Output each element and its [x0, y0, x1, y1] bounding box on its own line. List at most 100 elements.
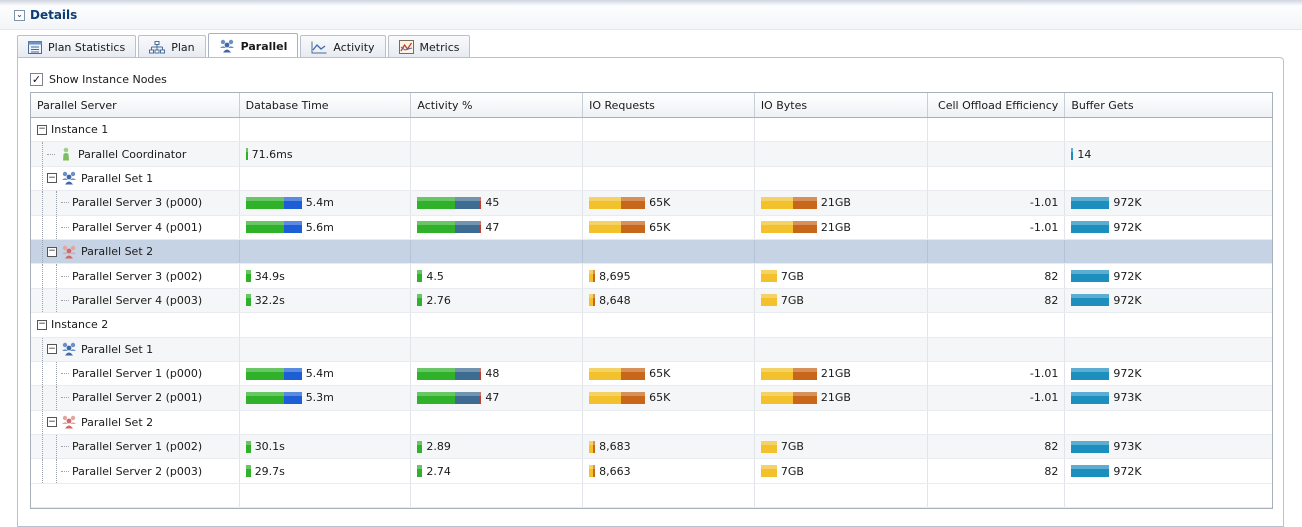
table-row[interactable]: Parallel Server 2 (p003) 29.7s 2.74 8,663 7G… — [31, 459, 1272, 484]
tab-plan[interactable]: Plan — [138, 35, 206, 58]
collapse-toggle-icon[interactable]: − — [37, 124, 47, 135]
io-requests-value: 65K — [649, 391, 671, 405]
io-bytes-cell — [755, 166, 928, 191]
metrics-chart-icon — [398, 40, 414, 54]
table-header: Parallel Server Database Time Activity %… — [31, 93, 1272, 118]
buffer-gets-cell: 14 — [1065, 142, 1272, 165]
collapse-toggle-icon[interactable]: − — [37, 319, 47, 330]
table-row[interactable]: Parallel Server 2 (p001) 5.3m 47 65K 21GB -1.… — [31, 386, 1272, 411]
io-bytes-cell: 7GB — [755, 264, 928, 288]
chevron-down-icon[interactable]: ⌄ — [14, 9, 25, 21]
activity-bar — [417, 367, 482, 380]
activity-cell: 4.5 — [411, 264, 584, 288]
column-header-cell-offload-efficiency[interactable]: Cell Offload Efficiency — [928, 93, 1066, 117]
buffer-gets-bar — [1071, 440, 1110, 453]
tree-branch — [61, 397, 69, 399]
io-requests-cell: 8,663 — [583, 459, 755, 483]
activity-cell: 48 — [411, 361, 584, 386]
table-row[interactable]: Parallel Server 4 (p001) 5.6m 47 65K 21GB -1.… — [31, 215, 1272, 240]
column-header-database-time[interactable]: Database Time — [240, 93, 412, 117]
column-header-parallel-server[interactable]: Parallel Server — [31, 93, 240, 117]
database-time-value: 5.4m — [305, 196, 334, 210]
table-row[interactable]: Parallel Server 1 (p000) 5.4m 48 65K 21GB -1.… — [31, 361, 1272, 387]
activity-cell: 45 — [411, 191, 584, 215]
table-row[interactable]: − Parallel Set 1 — [31, 166, 1272, 192]
empty-cell — [755, 483, 928, 508]
activity-cell: 2.89 — [411, 435, 584, 459]
tree-connector — [42, 410, 43, 435]
table-row[interactable]: Parallel Server 1 (p002) 30.1s 2.89 8,683 7G… — [31, 435, 1272, 460]
buffer-gets-cell — [1065, 118, 1272, 141]
database-time-bar — [245, 196, 302, 209]
cell-offload-value: -1.01 — [1029, 367, 1059, 381]
database-time-value: 5.6m — [305, 220, 334, 234]
table-row — [31, 483, 1272, 509]
buffer-gets-bar — [1071, 148, 1074, 161]
collapse-toggle-icon[interactable]: − — [47, 173, 57, 184]
collapse-toggle-icon[interactable]: − — [47, 246, 57, 257]
activity-cell — [411, 337, 584, 361]
server-name: Parallel Server 1 (p000) — [72, 367, 203, 381]
empty-cell — [411, 483, 584, 508]
activity-cell — [411, 166, 584, 191]
empty-cell — [1065, 484, 1272, 507]
io-requests-value: 8,695 — [599, 269, 631, 283]
show-instance-nodes-label: Show Instance Nodes — [49, 72, 167, 86]
tab-plan-statistics[interactable]: Plan Statistics — [17, 35, 137, 58]
io-bytes-value: 7GB — [780, 464, 804, 478]
cell-offload-cell: 82 — [928, 435, 1066, 459]
io-bytes-cell — [755, 410, 928, 435]
io-requests-cell — [583, 166, 755, 191]
table-row[interactable]: − Instance 1 — [31, 118, 1272, 143]
table-row[interactable]: − Parallel Set 2 — [31, 410, 1272, 436]
buffer-gets-cell: 972K — [1065, 362, 1272, 385]
server-name-cell: − Instance 1 — [31, 118, 240, 142]
table-row[interactable]: − Parallel Set 1 — [31, 337, 1272, 362]
tree-connector — [56, 459, 57, 483]
io-bytes-cell: 7GB — [755, 459, 928, 483]
server-name: Parallel Server 1 (p002) — [72, 440, 203, 454]
database-time-value: 29.7s — [254, 464, 285, 478]
tab-parallel[interactable]: Parallel — [207, 33, 299, 58]
tab-activity[interactable]: Activity — [300, 35, 386, 58]
collapse-toggle-icon[interactable]: − — [47, 344, 57, 355]
empty-cell — [583, 483, 755, 508]
io-bytes-cell: 7GB — [755, 288, 928, 313]
io-bytes-bar — [760, 270, 777, 283]
io-bytes-bar — [760, 440, 777, 453]
cell-offload-cell: -1.01 — [928, 361, 1066, 386]
table-row[interactable]: Parallel Server 4 (p003) 32.2s 2.76 8,648 7G… — [31, 288, 1272, 314]
cell-offload-cell: -1.01 — [928, 386, 1066, 410]
cell-offload-value: 82 — [1044, 293, 1059, 307]
show-instance-nodes-toggle[interactable]: ✓ Show Instance Nodes — [30, 71, 167, 87]
io-requests-cell — [583, 118, 755, 142]
buffer-gets-cell — [1065, 167, 1272, 190]
table-row[interactable]: Parallel Server 3 (p002) 34.9s 4.5 8,695 7GB… — [31, 264, 1272, 289]
empty-cell — [240, 483, 412, 508]
column-header-buffer-gets[interactable]: Buffer Gets — [1065, 93, 1272, 117]
top-shadow — [0, 0, 1302, 6]
column-header-activity[interactable]: Activity % — [411, 93, 584, 117]
server-name: Parallel Server 3 (p002) — [72, 269, 203, 283]
tree-branch — [61, 275, 69, 277]
column-header-io-requests[interactable]: IO Requests — [583, 93, 755, 117]
io-bytes-bar — [760, 465, 777, 478]
table-row[interactable]: − Instance 2 — [31, 313, 1272, 338]
column-header-io-bytes[interactable]: IO Bytes — [755, 93, 928, 117]
table-row[interactable]: Parallel Server 3 (p000) 5.4m 45 65K 21GB -1.… — [31, 191, 1272, 216]
parallel-servers-table: Parallel Server Database Time Activity %… — [30, 92, 1273, 510]
io-bytes-cell — [755, 239, 928, 264]
activity-bar — [417, 294, 423, 307]
io-requests-bar — [589, 270, 596, 283]
tab-metrics[interactable]: Metrics — [387, 35, 471, 58]
io-bytes-bar — [760, 294, 777, 307]
tree-connector — [42, 166, 43, 191]
table-row[interactable]: Parallel Coordinator 71.6ms 14 — [31, 142, 1272, 167]
server-name: Parallel Server 4 (p001) — [72, 220, 203, 234]
table-body: − Instance 1 Parallel Coordinator 71.6ms 14−… — [31, 118, 1272, 509]
show-instance-nodes-checkbox[interactable]: ✓ — [30, 72, 43, 86]
table-row[interactable]: − Parallel Set 2 — [31, 239, 1272, 265]
collapse-toggle-icon[interactable]: − — [47, 417, 57, 428]
details-section-header[interactable]: ⌄ Details — [14, 7, 77, 23]
server-name-cell: − Parallel Set 1 — [31, 337, 240, 361]
